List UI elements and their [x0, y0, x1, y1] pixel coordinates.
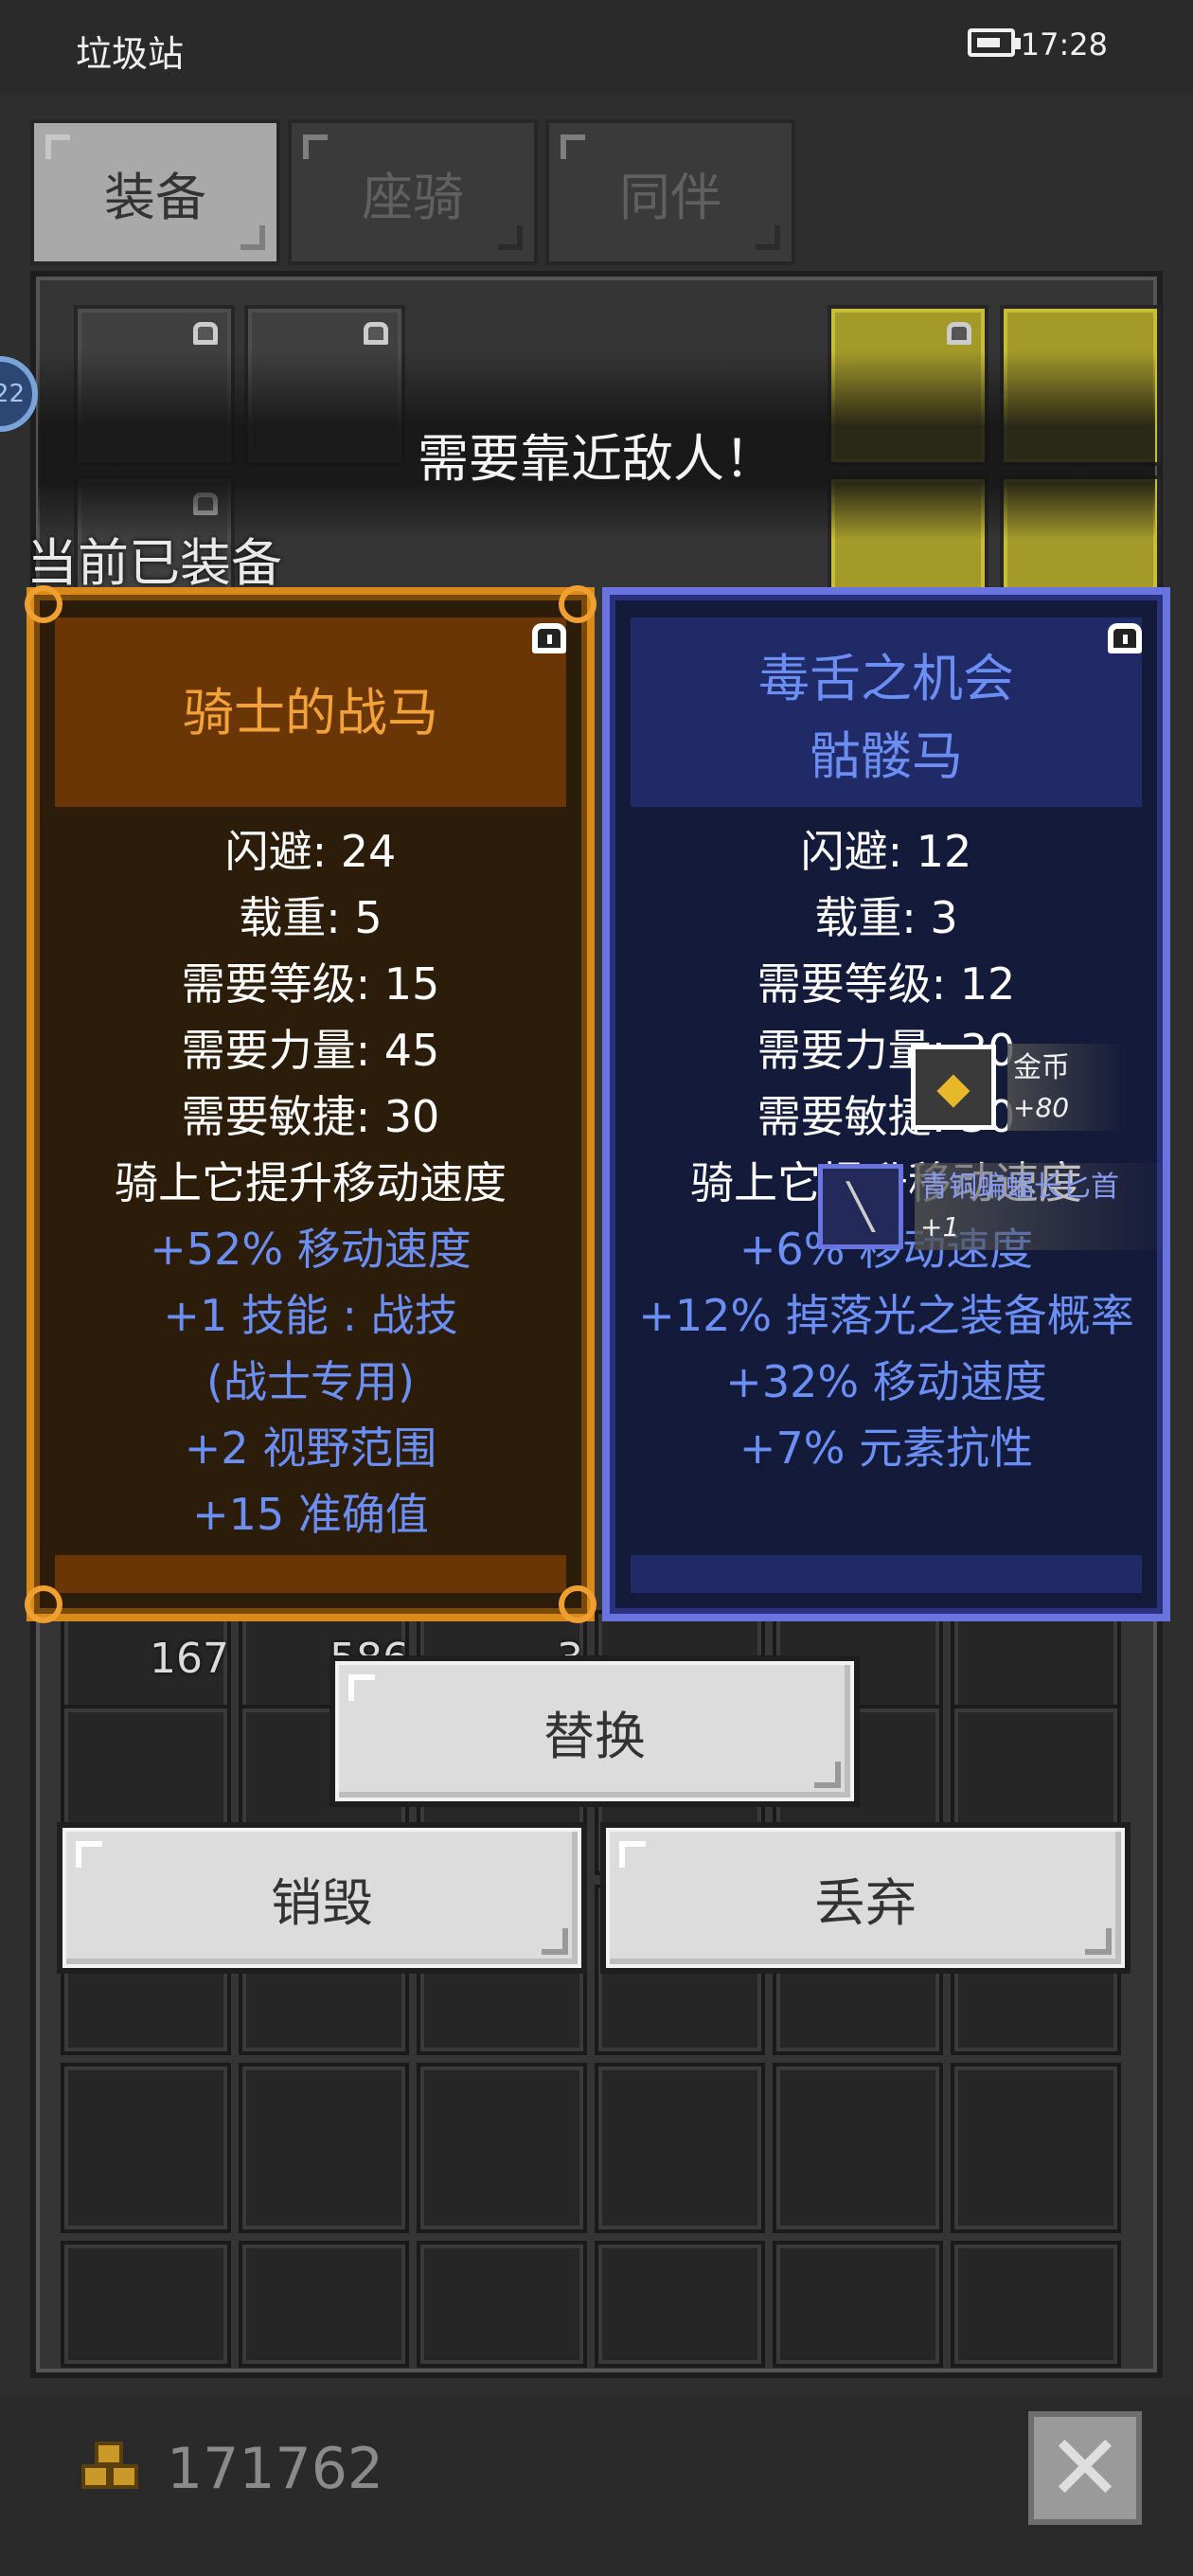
bonus-line: +2 视野范围 — [184, 1422, 437, 1474]
bonus-line: +7% 元素抗性 — [739, 1422, 1034, 1474]
stat-line: 载重: 3 — [814, 892, 958, 943]
stat-line: 需要等级: 12 — [757, 958, 1016, 1010]
stat-line: 载重: 5 — [239, 892, 383, 943]
lock-icon[interactable] — [532, 623, 566, 653]
discard-button[interactable]: 丢弃 — [600, 1822, 1131, 1974]
lock-icon — [947, 322, 971, 345]
stat-line: 骑上它提升移动速度 — [115, 1157, 507, 1208]
card-header: 毒舌之机会 骷髅马 — [631, 617, 1142, 807]
inventory-slot[interactable] — [239, 2063, 409, 2233]
inventory-slot[interactable] — [61, 2241, 231, 2368]
lock-icon[interactable] — [1108, 623, 1142, 653]
battery-icon — [968, 28, 1021, 57]
bonus-line: (战士专用) — [206, 1356, 415, 1407]
item-stats: 闪避: 24 载重: 5 需要等级: 15 需要力量: 45 需要敏捷: 30 … — [34, 818, 587, 1547]
replace-button[interactable]: 替换 — [329, 1655, 860, 1807]
inventory-slot[interactable] — [417, 2063, 587, 2233]
lock-icon — [364, 322, 388, 345]
loot-popup-gold: ◆ 金币 +80 — [911, 1042, 1127, 1133]
stat-line: 闪避: 24 — [224, 826, 397, 877]
item-name: 骷髅马 — [810, 726, 963, 786]
ornament-icon — [25, 585, 62, 623]
loot-popup-dagger: ╲ 青铜蝙蝠长匕首 +1 — [818, 1161, 1176, 1252]
ornament-icon — [559, 585, 596, 623]
close-button[interactable]: ✕ — [1028, 2411, 1142, 2525]
destroy-button[interactable]: 销毁 — [57, 1822, 587, 1974]
item-stats: 闪避: 12 载重: 3 需要等级: 12 需要力量: 30 需要敏捷: 30 … — [610, 818, 1163, 1481]
current-item-card: 骑士的战马 闪避: 24 载重: 5 需要等级: 15 需要力量: 45 需要敏… — [25, 585, 596, 1623]
inventory-slot[interactable] — [951, 2063, 1121, 2233]
bonus-line: +32% 移动速度 — [725, 1356, 1047, 1407]
bonus-line: +1 技能 : 战技 — [163, 1290, 458, 1341]
bonus-line: +12% 掉落光之装备概率 — [638, 1290, 1134, 1341]
lock-icon — [193, 322, 218, 345]
inventory-slot[interactable] — [239, 2241, 409, 2368]
card-footer — [55, 1555, 566, 1593]
item-count: 167 — [150, 1635, 229, 1683]
game-screen: 垃圾站 17:28 装备 座骑 同伴 22 需要靠近敌人！ 当前已装备 167 … — [0, 0, 1193, 2576]
tab-equipment[interactable]: 装备 — [30, 119, 280, 265]
clock: 17:28 — [1020, 27, 1108, 63]
item-name-prefix: 毒舌之机会 — [758, 649, 1014, 708]
bonus-line: +15 准确值 — [192, 1489, 429, 1540]
stat-line: 需要敏捷: 30 — [181, 1091, 440, 1142]
toast-message: 需要靠近敌人！ — [418, 429, 775, 489]
inventory-slot[interactable] — [417, 2241, 587, 2368]
gold-coins-icon — [81, 2442, 138, 2489]
ornament-icon — [559, 1585, 596, 1623]
gold-coins-icon: ◆ — [911, 1045, 996, 1130]
tab-companion[interactable]: 同伴 — [545, 119, 795, 265]
tab-mount[interactable]: 座骑 — [288, 119, 538, 265]
card-footer — [631, 1555, 1142, 1593]
status-bar: 垃圾站 17:28 — [0, 0, 1193, 95]
inventory-slot[interactable] — [595, 2241, 765, 2368]
app-title: 垃圾站 — [76, 33, 185, 75]
inventory-slot[interactable] — [595, 2063, 765, 2233]
stat-line: 需要力量: 45 — [181, 1025, 440, 1076]
inventory-slot[interactable] — [61, 2063, 231, 2233]
equipped-label: 当前已装备 — [27, 533, 282, 593]
card-header: 骑士的战马 — [55, 617, 566, 807]
ornament-icon — [25, 1585, 62, 1623]
dagger-icon: ╲ — [818, 1164, 903, 1249]
stat-line: 闪避: 12 — [800, 826, 972, 877]
close-icon: ✕ — [1046, 2415, 1124, 2521]
inventory-slot[interactable] — [773, 2063, 943, 2233]
item-name: 骑士的战马 — [183, 683, 438, 742]
gold-total: 171762 — [167, 2436, 384, 2502]
inventory-slot[interactable] — [951, 2241, 1121, 2368]
inventory-slot[interactable] — [773, 2241, 943, 2368]
stat-line: 需要等级: 15 — [181, 958, 440, 1010]
bonus-line: +52% 移动速度 — [150, 1224, 472, 1275]
